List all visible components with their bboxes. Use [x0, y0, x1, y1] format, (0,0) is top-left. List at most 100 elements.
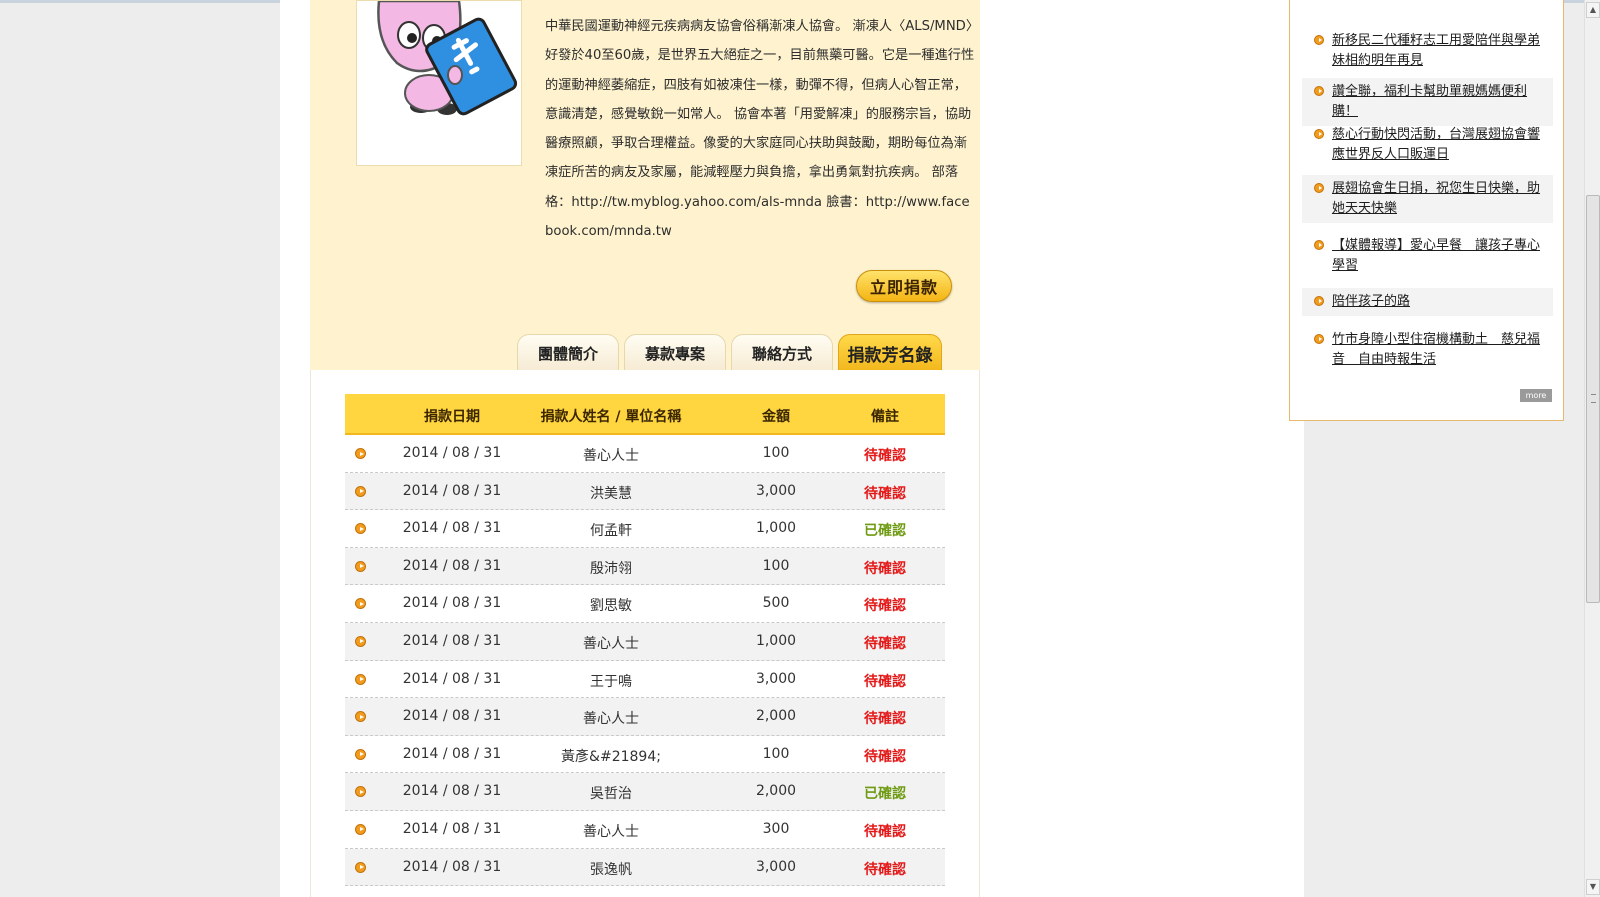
table-row: 2014 / 08 / 31 黃彥&#21894; 100 待確認	[345, 736, 945, 774]
cell-amount: 2,000	[755, 783, 797, 800]
table-row: 2014 / 08 / 31 洪美慧 3,000 待確認	[345, 472, 945, 511]
scroll-down-arrow-icon[interactable]: ▼	[1586, 879, 1600, 895]
cell-status: 已確認	[864, 786, 906, 803]
cell-donor-name: 善心人士	[583, 711, 639, 728]
cell-date: 2014 / 08 / 31	[402, 708, 502, 725]
arrow-bullet-icon	[355, 523, 366, 535]
arrow-bullet-icon	[355, 448, 366, 459]
arrow-bullet-icon	[355, 560, 366, 572]
cell-donor-name: 黃彥&#21894;	[561, 748, 661, 765]
news-link-text: 竹市身障小型住宿機構動土 慈兒福音 自由時報生活	[1332, 332, 1541, 367]
cell-status: 待確認	[864, 861, 906, 878]
table-header: 捐款日期 捐款人姓名 / 單位名稱 金額 備註	[345, 394, 945, 435]
news-link[interactable]: 慈心行動快閃活動，台灣展翅協會響應世界反人口販運日	[1302, 121, 1553, 169]
cell-donor-name: 何孟軒	[590, 523, 632, 540]
arrow-bullet-icon	[355, 748, 366, 760]
column-header-date: 捐款日期	[424, 409, 480, 425]
table-row: 2014 / 08 / 31 王于鳴 3,000 待確認	[345, 661, 945, 699]
arrow-bullet-icon	[1314, 35, 1324, 45]
column-header-amount: 金額	[762, 409, 790, 425]
cell-status: 待確認	[864, 711, 906, 728]
cell-donor-name: 王于鳴	[590, 673, 632, 690]
table-row: 2014 / 08 / 31 張逸帆 3,000 待確認	[345, 848, 945, 887]
arrow-bullet-icon	[355, 823, 366, 835]
cell-date: 2014 / 08 / 31	[402, 445, 502, 461]
cell-donor-name: 劉思敏	[590, 598, 632, 615]
news-sidebar: 新移民二代種籽志工用愛陪伴與學弟妹相約明年再見 讚全聯，福利卡幫助單親媽媽便利購…	[1289, 0, 1564, 421]
tab-fundraising-projects[interactable]: 募款專案	[624, 334, 726, 372]
cell-status: 待確認	[864, 448, 906, 464]
tab-organization-intro[interactable]: 團體簡介	[517, 334, 619, 372]
cell-date: 2014 / 08 / 31	[402, 595, 502, 612]
cell-amount: 100	[762, 557, 790, 574]
arrow-bullet-icon	[1314, 240, 1324, 250]
cell-date: 2014 / 08 / 31	[402, 858, 502, 875]
news-link[interactable]: 展翅協會生日捐，祝您生日快樂，助她天天快樂	[1302, 175, 1553, 223]
news-more-button[interactable]: more	[1520, 389, 1552, 402]
news-link[interactable]: 新移民二代種籽志工用愛陪伴與學弟妹相約明年再見	[1302, 27, 1553, 75]
news-link[interactable]: 陪伴孩子的路	[1302, 288, 1553, 316]
cell-amount: 3,000	[755, 670, 797, 687]
cell-date: 2014 / 08 / 31	[402, 820, 502, 837]
arrow-bullet-icon	[355, 673, 366, 685]
cell-date: 2014 / 08 / 31	[402, 670, 502, 687]
cell-status: 已確認	[864, 523, 906, 540]
cell-donor-name: 善心人士	[583, 823, 639, 840]
scrollbar-thumb[interactable]	[1586, 195, 1600, 603]
news-link-text: 展翅協會生日捐，祝您生日快樂，助她天天快樂	[1332, 181, 1541, 216]
news-link-text: 新移民二代種籽志工用愛陪伴與學弟妹相約明年再見	[1332, 33, 1541, 68]
donation-table: 捐款日期 捐款人姓名 / 單位名稱 金額 備註 2014 / 08 / 31 善…	[345, 394, 945, 887]
arrow-bullet-icon	[355, 598, 366, 610]
cell-status: 待確認	[864, 673, 906, 690]
column-header-name: 捐款人姓名 / 單位名稱	[540, 409, 682, 425]
vertical-scrollbar[interactable]: ▲ ▼	[1584, 0, 1600, 897]
cell-date: 2014 / 08 / 31	[402, 745, 502, 762]
column-header-note: 備註	[871, 409, 899, 425]
cell-date: 2014 / 08 / 31	[402, 557, 502, 574]
arrow-bullet-icon	[355, 786, 366, 798]
tab-donor-list[interactable]: 捐款芳名錄	[838, 334, 942, 372]
cell-donor-name: 張逸帆	[590, 861, 632, 878]
arrow-bullet-icon	[1314, 129, 1324, 139]
news-link[interactable]: 【媒體報導】愛心早餐 讓孩子專心學習	[1302, 232, 1553, 280]
table-row: 2014 / 08 / 31 吳哲治 2,000 已確認	[345, 773, 945, 811]
cell-date: 2014 / 08 / 31	[402, 632, 502, 649]
news-link[interactable]: 竹市身障小型住宿機構動土 慈兒福音 自由時報生活	[1302, 326, 1553, 374]
arrow-bullet-icon	[1314, 183, 1324, 193]
cell-date: 2014 / 08 / 31	[402, 520, 502, 537]
arrow-bullet-icon	[355, 485, 366, 497]
cell-amount: 100	[762, 445, 790, 461]
table-row: 2014 / 08 / 31 善心人士 100 待確認	[345, 435, 945, 473]
cell-date: 2014 / 08 / 31	[402, 783, 502, 800]
cell-amount: 1,000	[755, 520, 797, 537]
cell-donor-name: 殷沛翎	[590, 560, 632, 577]
table-row: 2014 / 08 / 31 何孟軒 1,000 已確認	[345, 510, 945, 548]
table-row: 2014 / 08 / 31 善心人士 2,000 待確認	[345, 698, 945, 736]
cell-amount: 1,000	[755, 632, 797, 649]
news-link[interactable]: 讚全聯，福利卡幫助單親媽媽便利購！	[1302, 78, 1553, 126]
cell-amount: 3,000	[755, 858, 797, 875]
organization-description: 中華民國運動神經元疾病病友協會俗稱漸凍人協會。 漸凍人〈ALS/MND〉好發於4…	[545, 19, 975, 240]
cell-donor-name: 洪美慧	[590, 485, 632, 502]
donate-now-button[interactable]: 立即捐款	[856, 270, 952, 302]
cell-status: 待確認	[864, 748, 906, 765]
arrow-bullet-icon	[1314, 86, 1324, 96]
cell-donor-name: 吳哲治	[590, 786, 632, 803]
cell-status: 待確認	[864, 823, 906, 840]
cell-amount: 300	[762, 820, 790, 837]
table-row: 2014 / 08 / 31 善心人士 1,000 待確認	[345, 622, 945, 661]
page-body: 中華民國運動神經元疾病病友協會俗稱漸凍人協會。 漸凍人〈ALS/MND〉好發於4…	[280, 0, 1564, 897]
scroll-up-arrow-icon[interactable]: ▲	[1586, 2, 1600, 18]
cell-status: 待確認	[864, 635, 906, 652]
organization-panel: 中華民國運動神經元疾病病友協會俗稱漸凍人協會。 漸凍人〈ALS/MND〉好發於4…	[310, 0, 980, 370]
tab-contact-info[interactable]: 聯絡方式	[731, 334, 833, 372]
news-link-text: 【媒體報導】愛心早餐 讓孩子專心學習	[1332, 238, 1541, 273]
cell-amount: 500	[762, 595, 790, 612]
cell-amount: 100	[762, 745, 790, 762]
cell-donor-name: 善心人士	[583, 448, 639, 464]
table-row: 2014 / 08 / 31 劉思敏 500 待確認	[345, 585, 945, 623]
cell-amount: 2,000	[755, 708, 797, 725]
arrow-bullet-icon	[355, 635, 366, 647]
news-link-text: 陪伴孩子的路	[1332, 294, 1411, 309]
news-link-text: 慈心行動快閃活動，台灣展翅協會響應世界反人口販運日	[1332, 127, 1541, 162]
